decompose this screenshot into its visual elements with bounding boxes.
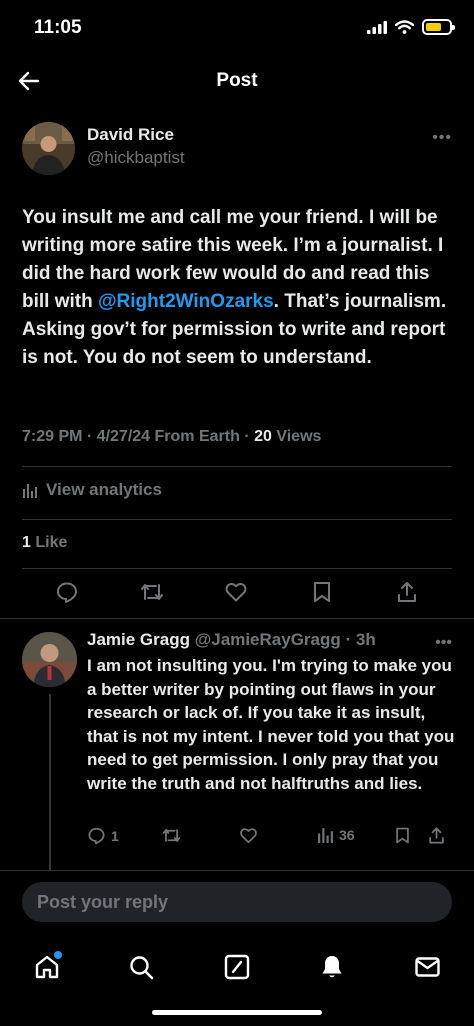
- likes-label: Like: [35, 534, 68, 551]
- author-row: David Rice @hickbaptist •••: [22, 112, 452, 182]
- analytics-label: View analytics: [46, 480, 162, 499]
- post-meta: 7:29 PM · 4/27/24 From Earth · 20 Views: [22, 428, 322, 445]
- like-button[interactable]: [224, 580, 248, 604]
- share-icon: [429, 827, 444, 844]
- reply-text: I am not insulting you. I'm trying to ma…: [87, 656, 455, 793]
- reply-reply-button[interactable]: 1: [87, 826, 119, 845]
- likes-count: 1: [22, 534, 31, 551]
- notification-dot: [54, 951, 62, 959]
- divider: [22, 466, 452, 467]
- reply-author-handle[interactable]: @JamieRayGragg: [195, 630, 341, 649]
- tab-home[interactable]: [22, 942, 72, 992]
- views-label: Views: [276, 428, 322, 445]
- grok-icon: [224, 954, 250, 980]
- reply-button[interactable]: [55, 580, 79, 604]
- bookmark-icon: [396, 827, 409, 844]
- likes-summary[interactable]: 1 Like: [22, 534, 67, 552]
- reply-action-bar: 1 36: [87, 826, 452, 852]
- analytics-bars-icon: [23, 484, 37, 498]
- status-icons: [367, 19, 455, 35]
- heart-icon: [240, 828, 257, 844]
- author-avatar[interactable]: [22, 122, 75, 175]
- more-options-icon[interactable]: •••: [432, 129, 452, 147]
- battery-charging-icon: [422, 19, 455, 35]
- tab-grok[interactable]: [212, 942, 262, 992]
- bell-icon: [322, 956, 342, 978]
- repost-icon: [162, 829, 181, 842]
- share-icon: [398, 582, 416, 602]
- analytics-bars-icon: [318, 828, 333, 843]
- repost-button[interactable]: [139, 580, 165, 604]
- wifi-icon: [395, 20, 414, 34]
- reply-repost-button[interactable]: [161, 826, 182, 845]
- tab-search[interactable]: [116, 942, 166, 992]
- post-text: You insult me and call me your friend. I…: [22, 204, 454, 372]
- view-analytics-button[interactable]: View analytics: [22, 480, 162, 500]
- views-count: 20: [254, 428, 272, 445]
- tab-notifications[interactable]: [307, 942, 357, 992]
- bottom-tab-bar: [0, 932, 474, 1026]
- cellular-signal-icon: [367, 20, 387, 34]
- page-title: Post: [216, 70, 258, 91]
- mention-link[interactable]: @Right2WinOzarks: [98, 291, 274, 312]
- tab-messages[interactable]: [402, 942, 452, 992]
- reply-like-button[interactable]: [239, 826, 258, 845]
- reply-age: 3h: [355, 630, 376, 649]
- divider: [22, 519, 452, 520]
- author-name[interactable]: David Rice: [87, 125, 174, 145]
- heart-icon: [225, 583, 247, 602]
- author-handle[interactable]: @hickbaptist: [87, 148, 185, 168]
- divider: [22, 568, 452, 569]
- reply-composer-bar: [0, 870, 474, 932]
- main-post: David Rice @hickbaptist ••• You insult m…: [22, 112, 452, 445]
- reply-header: Jamie Gragg @JamieRayGragg · 3h: [87, 630, 376, 649]
- reply-views-button[interactable]: 36: [317, 826, 355, 843]
- comment-icon: [57, 582, 77, 603]
- post-action-bar: [22, 580, 452, 610]
- post-time: 7:29 PM: [22, 428, 83, 445]
- reply-author-name[interactable]: Jamie Gragg: [87, 630, 190, 649]
- reply-share-button[interactable]: [427, 826, 446, 845]
- reply-views-count: 36: [339, 826, 355, 843]
- reply-replies-count: 1: [111, 827, 119, 844]
- reply-input[interactable]: [22, 882, 452, 922]
- status-bar: 11:05: [0, 0, 474, 56]
- share-button[interactable]: [395, 580, 419, 604]
- bookmark-icon: [314, 582, 330, 602]
- comment-icon: [88, 827, 105, 845]
- status-time: 11:05: [34, 17, 82, 38]
- bookmark-button[interactable]: [311, 580, 333, 604]
- reply-author-avatar[interactable]: [22, 632, 77, 687]
- post-source: From Earth: [154, 428, 240, 445]
- divider: [0, 618, 474, 619]
- repost-icon: [141, 584, 163, 600]
- home-indicator: [152, 1010, 322, 1015]
- reply-bookmark-button[interactable]: [394, 826, 411, 845]
- search-icon: [129, 955, 153, 979]
- post-date: 4/27/24: [96, 428, 151, 445]
- mail-icon: [414, 957, 440, 977]
- post-header: Post: [0, 56, 474, 106]
- reply-more-options-icon[interactable]: •••: [435, 634, 452, 652]
